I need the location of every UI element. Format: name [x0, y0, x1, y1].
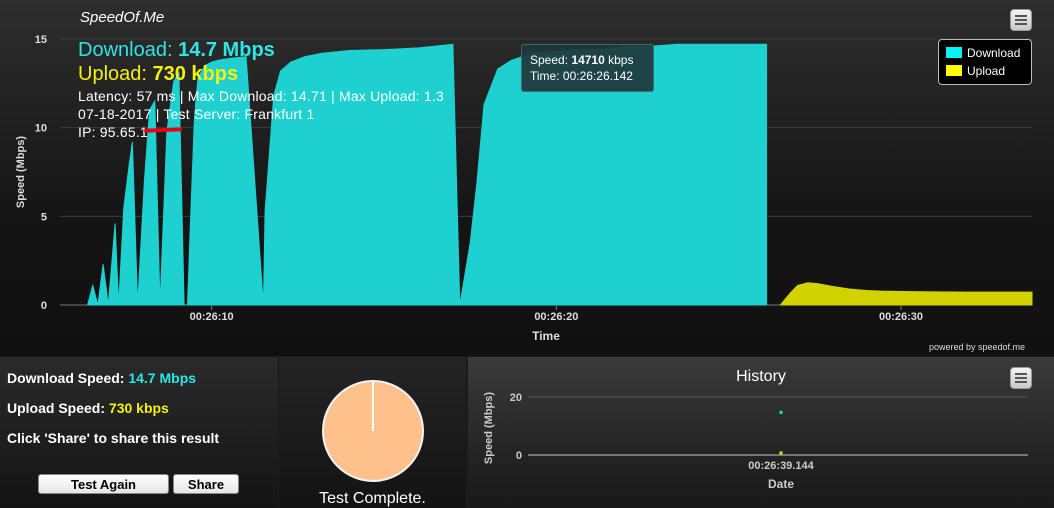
x-tick-label: 00:26:20: [534, 311, 578, 323]
chart-tooltip: Speed: 14710 kbps Time: 00:26:26.142: [521, 44, 654, 92]
overlay-upload: Upload: 730 kbps: [78, 63, 238, 86]
legend-download-label: Download: [967, 46, 1021, 60]
y-tick-label: 15: [35, 34, 47, 46]
x-axis-title: Time: [532, 329, 560, 343]
overlay-stats: Latency: 57 ms | Max Download: 14.71 | M…: [78, 88, 444, 104]
y-tick-label: 0: [41, 300, 47, 312]
summary-download: Download Speed: 14.7 Mbps: [7, 370, 196, 386]
x-tick-label: 00:26:10: [190, 311, 234, 323]
history-y-axis-title: Speed (Mbps): [483, 392, 495, 464]
chart-legend: Download Upload: [938, 39, 1032, 85]
overlay-ip: IP: 95.65.1: [78, 124, 148, 140]
overlay-ip-text: IP: 95.65.1: [78, 124, 148, 140]
legend-download[interactable]: Download: [946, 46, 1020, 60]
summary-upload-value: 730 kbps: [108, 400, 169, 416]
legend-upload-label: Upload: [967, 64, 1006, 78]
powered-by-link[interactable]: powered by speedof.me: [929, 342, 1025, 352]
progress-panel: Test Complete.: [279, 357, 466, 508]
history-point-download: [779, 410, 783, 415]
tooltip-time: Time: 00:26:26.142: [530, 68, 645, 84]
summary-upload: Upload Speed: 730 kbps: [7, 400, 169, 416]
x-tick-label: 00:26:30: [879, 311, 923, 323]
overlay-upload-label: Upload:: [78, 63, 147, 85]
overlay-download-value: 14.7 Mbps: [178, 39, 275, 61]
y-tick-label: 10: [35, 123, 47, 135]
history-y-tick-label: 0: [516, 450, 522, 462]
history-y-tick-label: 20: [510, 392, 522, 404]
y-tick-label: 5: [41, 211, 47, 223]
history-panel: History 0 20 00:26:39.144 Date Speed (Mbps): [468, 357, 1054, 508]
overlay-upload-value: 730 kbps: [152, 63, 239, 85]
speed-chart-panel: SpeedOf.Me 0 5 10 15 00:26:10 00:26:20 00:26:3…: [0, 0, 1054, 356]
tooltip-speed-unit: kbps: [608, 53, 634, 67]
summary-download-label: Download Speed:: [7, 370, 125, 386]
tooltip-speed: Speed: 14710 kbps: [530, 52, 645, 68]
legend-download-swatch: [946, 47, 962, 58]
share-button[interactable]: Share: [173, 474, 239, 494]
overlay-date-server: 07-18-2017 | Test Server: Frankfurt 1: [78, 106, 315, 122]
test-complete-status: Test Complete.: [319, 490, 426, 507]
y-axis-title: Speed (Mbps): [15, 136, 27, 208]
test-again-button[interactable]: Test Again: [38, 474, 169, 494]
history-chart: 0 20 00:26:39.144 Date Speed (Mbps): [483, 392, 1028, 491]
overlay-download-label: Download:: [78, 39, 173, 61]
history-point-upload: [779, 451, 783, 455]
share-hint: Click 'Share' to share this result: [7, 430, 220, 446]
summary-panel: Download Speed: 14.7 Mbps Upload Speed: …: [0, 357, 278, 508]
progress-pie: [322, 380, 424, 482]
legend-upload[interactable]: Upload: [946, 64, 1005, 78]
summary-download-value: 14.7 Mbps: [128, 370, 197, 386]
tooltip-speed-label: Speed:: [530, 53, 569, 67]
history-x-tick-label: 00:26:39.144: [748, 460, 814, 472]
history-x-axis-title: Date: [768, 477, 794, 491]
tooltip-time-label: Time:: [530, 69, 560, 83]
tooltip-time-value: 00:26:26.142: [562, 69, 633, 83]
series-upload-area: [780, 282, 1033, 306]
tooltip-speed-value: 14710: [571, 53, 605, 67]
overlay-download: Download: 14.7 Mbps: [78, 39, 275, 62]
summary-upload-label: Upload Speed:: [7, 400, 106, 416]
legend-upload-swatch: [946, 65, 962, 76]
